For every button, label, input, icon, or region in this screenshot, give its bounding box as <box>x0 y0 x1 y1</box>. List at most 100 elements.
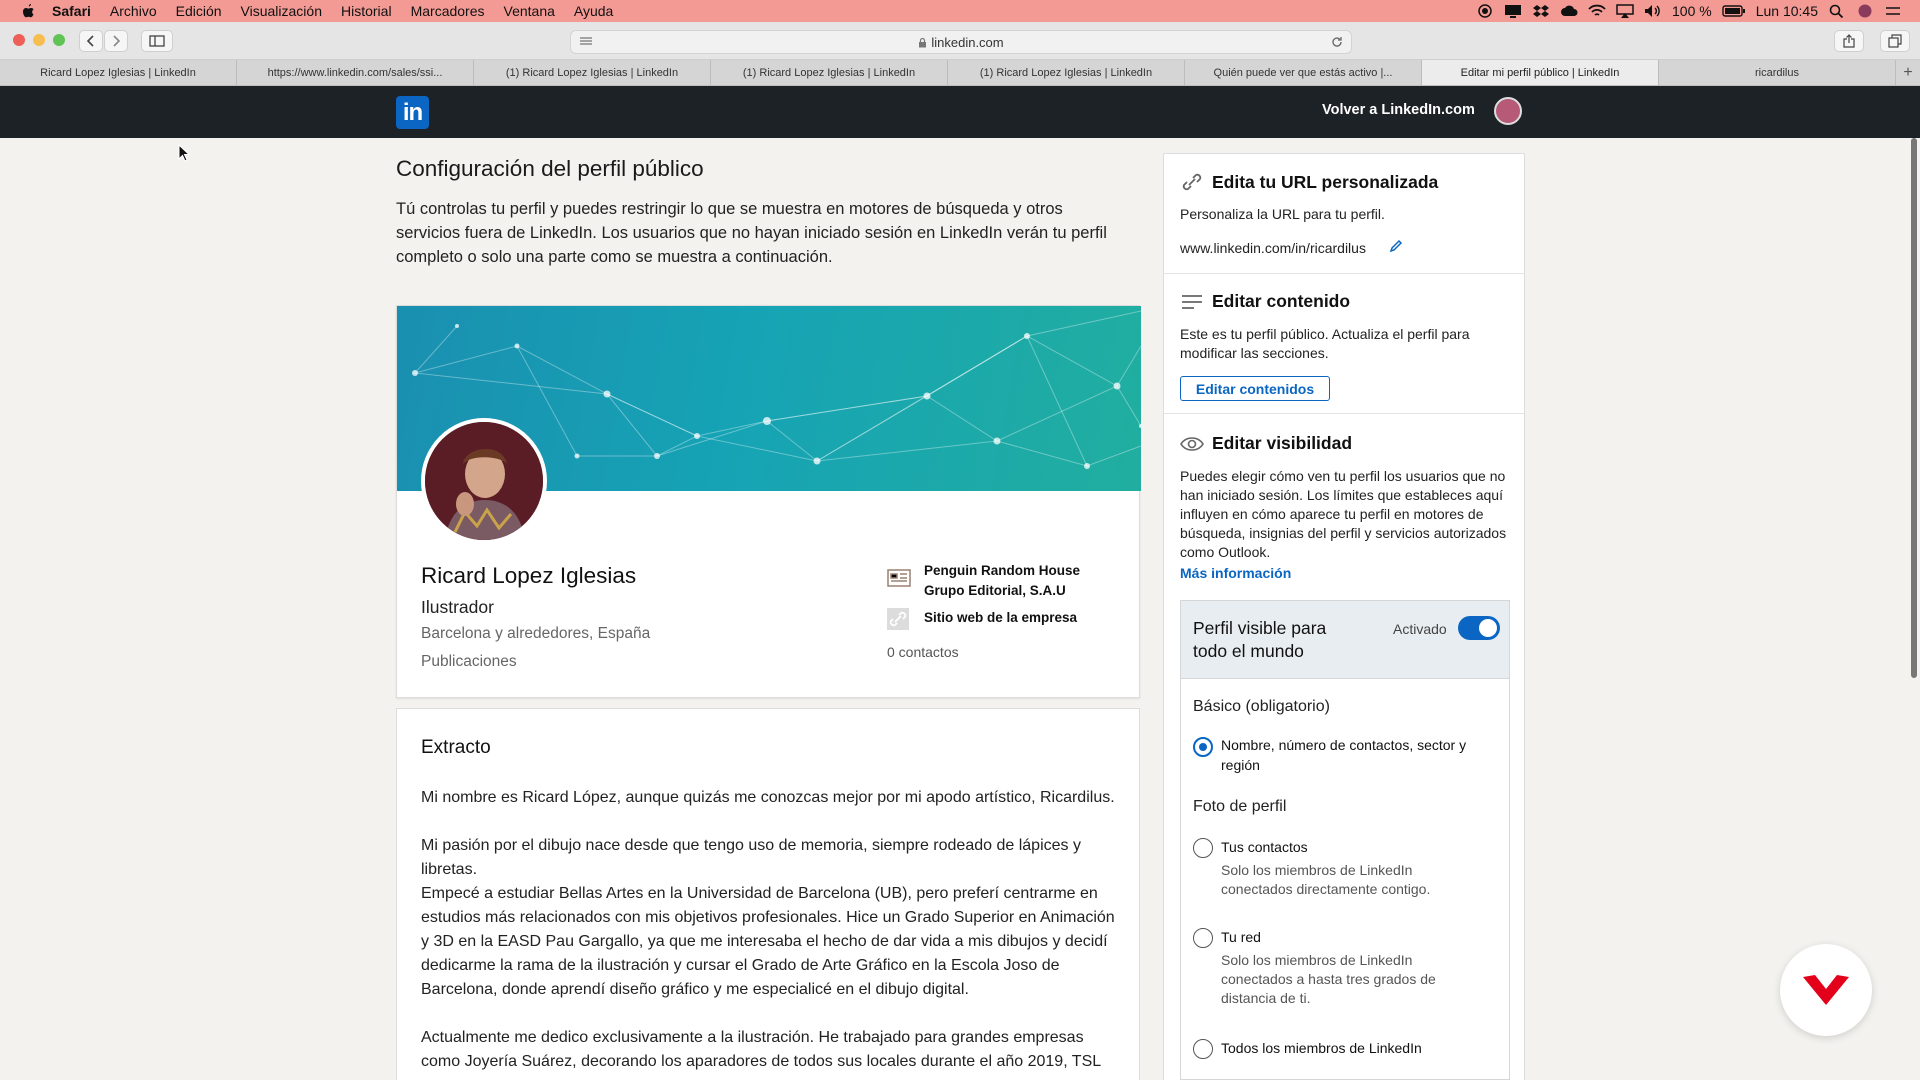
profile-card: Ricard Lopez Iglesias Ilustrador Barcelo… <box>396 305 1141 698</box>
volume-icon[interactable] <box>1644 4 1662 18</box>
visibility-settings-box: Perfil visible para todo el mundo Activa… <box>1180 600 1510 1080</box>
browser-tab[interactable]: Quién puede ver que estás activo |... <box>1185 60 1422 85</box>
record-icon[interactable] <box>1476 4 1494 18</box>
status-area: 100 % Lun 10:45 <box>1476 0 1902 22</box>
page-intro: Tú controlas tu perfil y puedes restring… <box>396 200 1107 266</box>
basic-option-label: Nombre, número de contactos, sector y re… <box>1221 737 1467 773</box>
user-account-icon[interactable] <box>1856 4 1874 18</box>
link-icon <box>887 608 909 630</box>
page-title: Configuración del perfil público <box>396 156 704 181</box>
edit-content-button[interactable]: Editar contenidos <box>1180 376 1330 401</box>
basic-radio[interactable] <box>1193 737 1213 757</box>
edit-content-heading: Editar contenido <box>1212 291 1351 311</box>
control-center-icon[interactable] <box>1884 4 1902 18</box>
link-icon <box>1182 173 1202 191</box>
tab-overview-button[interactable] <box>1880 30 1910 52</box>
custom-url-heading: Edita tu URL personalizada <box>1212 172 1439 192</box>
linkedin-header: in Volver a LinkedIn.com <box>0 86 1920 138</box>
browser-tab-active[interactable]: Editar mi perfil público | LinkedIn <box>1422 60 1659 85</box>
browser-tab[interactable]: Ricard Lopez Iglesias | LinkedIn <box>0 60 237 85</box>
profile-name: Ricard Lopez Iglesias <box>421 563 637 588</box>
company-name[interactable]: Penguin Random House Grupo Editorial, S.… <box>924 561 1114 601</box>
battery-icon[interactable] <box>1722 4 1746 18</box>
company-website-link[interactable]: Sitio web de la empresa <box>924 610 1077 625</box>
window-zoom-button[interactable] <box>53 34 65 46</box>
back-to-linkedin-link[interactable]: Volver a LinkedIn.com <box>1322 102 1475 118</box>
settings-sidebar: Edita tu URL personalizada Personaliza l… <box>1163 153 1525 1080</box>
edit-content-desc: Este es tu perfil público. Actualiza el … <box>1180 326 1470 361</box>
dropbox-icon[interactable] <box>1532 4 1550 18</box>
menu-safari[interactable]: Safari <box>52 3 91 19</box>
menu-edicion[interactable]: Edición <box>176 3 222 19</box>
photo-network-radio[interactable] <box>1193 928 1213 948</box>
browser-toolbar: linkedin.com <box>0 22 1920 60</box>
edit-visibility-heading: Editar visibilidad <box>1212 433 1353 453</box>
tab-bar: Ricard Lopez Iglesias | LinkedIn https:/… <box>0 60 1920 86</box>
visibility-state-label: Activado <box>1393 621 1447 637</box>
summary-section: Extracto Mi nombre es Ricard López, aunq… <box>396 708 1140 1080</box>
summary-paragraph: Actualmente me dedico exclusivamente a l… <box>421 1029 1102 1070</box>
custom-url-section: Edita tu URL personalizada Personaliza l… <box>1164 154 1524 274</box>
apple-icon[interactable] <box>20 3 36 19</box>
profile-visible-title: Perfil visible para todo el mundo <box>1193 618 1327 661</box>
window-close-button[interactable] <box>13 34 25 46</box>
wifi-icon[interactable] <box>1588 4 1606 18</box>
custom-url-value: www.linkedin.com/in/ricardilus <box>1180 240 1366 256</box>
avatar[interactable] <box>1494 97 1522 125</box>
airplay-icon[interactable] <box>1616 4 1634 18</box>
menu-historial[interactable]: Historial <box>341 3 392 19</box>
menu-ventana[interactable]: Ventana <box>504 3 555 19</box>
share-button[interactable] <box>1834 30 1864 52</box>
browser-tab[interactable]: ricardilus <box>1659 60 1896 85</box>
summary-paragraph: Empecé a estudiar Bellas Artes en la Uni… <box>421 885 1115 998</box>
menubar-clock: Lun 10:45 <box>1755 3 1818 19</box>
reader-icon[interactable] <box>579 37 593 47</box>
visibility-toggle[interactable] <box>1458 616 1500 640</box>
profile-location: Barcelona y alrededores, España <box>421 625 651 642</box>
sidebar-icon <box>149 35 165 47</box>
new-tab-button[interactable]: + <box>1896 60 1920 85</box>
toggle-knob <box>1479 619 1497 637</box>
scrollbar-thumb[interactable] <box>1911 138 1917 678</box>
summary-paragraph: Mi nombre es Ricard López, aunque quizás… <box>421 789 1115 806</box>
browser-tab[interactable]: https://www.linkedin.com/sales/ssi... <box>237 60 474 85</box>
menu-archivo[interactable]: Archivo <box>110 3 157 19</box>
photo-contacts-radio[interactable] <box>1193 838 1213 858</box>
edit-visibility-desc: Puedes elegir cómo ven tu perfil los usu… <box>1180 468 1507 560</box>
menu-marcadores[interactable]: Marcadores <box>411 3 485 19</box>
mouse-cursor-icon <box>178 144 190 162</box>
contacts-count: 0 contactos <box>887 644 959 660</box>
lines-icon <box>1182 295 1202 309</box>
photo-all-members-label: Todos los miembros de LinkedIn <box>1221 1040 1422 1056</box>
menu-visualizacion[interactable]: Visualización <box>241 3 322 19</box>
menu-ayuda[interactable]: Ayuda <box>574 3 613 19</box>
visibility-header: Perfil visible para todo el mundo Activa… <box>1181 601 1509 679</box>
page-scrollbar[interactable] <box>1908 138 1920 1080</box>
sidebar-toggle-button[interactable] <box>141 30 173 52</box>
photo-all-members-radio[interactable] <box>1193 1039 1213 1059</box>
forward-button[interactable] <box>104 30 128 52</box>
browser-tab[interactable]: (1) Ricard Lopez Iglesias | LinkedIn <box>474 60 711 85</box>
share-icon <box>1843 34 1855 48</box>
browser-tab[interactable]: (1) Ricard Lopez Iglesias | LinkedIn <box>711 60 948 85</box>
display-icon[interactable] <box>1504 4 1522 18</box>
spotlight-search-icon[interactable] <box>1828 4 1846 18</box>
pencil-icon[interactable] <box>1389 239 1403 253</box>
reload-icon[interactable] <box>1331 36 1343 48</box>
window-minimize-button[interactable] <box>33 34 45 46</box>
cloud-icon[interactable] <box>1560 4 1578 18</box>
profile-industry: Publicaciones <box>421 653 517 670</box>
basic-label: Básico (obligatorio) <box>1193 698 1330 715</box>
company-logo-icon <box>887 569 911 587</box>
browser-tab[interactable]: (1) Ricard Lopez Iglesias | LinkedIn <box>948 60 1185 85</box>
chevron-right-icon <box>113 35 121 47</box>
photo-contacts-desc: Solo los miembros de LinkedIn conectados… <box>1221 862 1431 897</box>
profile-photo <box>421 418 547 544</box>
more-info-link[interactable]: Más información <box>1180 565 1291 581</box>
linkedin-logo[interactable]: in <box>396 96 429 129</box>
custom-url-desc: Personaliza la URL para tu perfil. <box>1180 206 1385 222</box>
overlay-badge <box>1780 944 1872 1036</box>
address-bar[interactable]: linkedin.com <box>570 30 1352 54</box>
summary-heading: Extracto <box>421 737 491 758</box>
back-button[interactable] <box>79 30 103 52</box>
